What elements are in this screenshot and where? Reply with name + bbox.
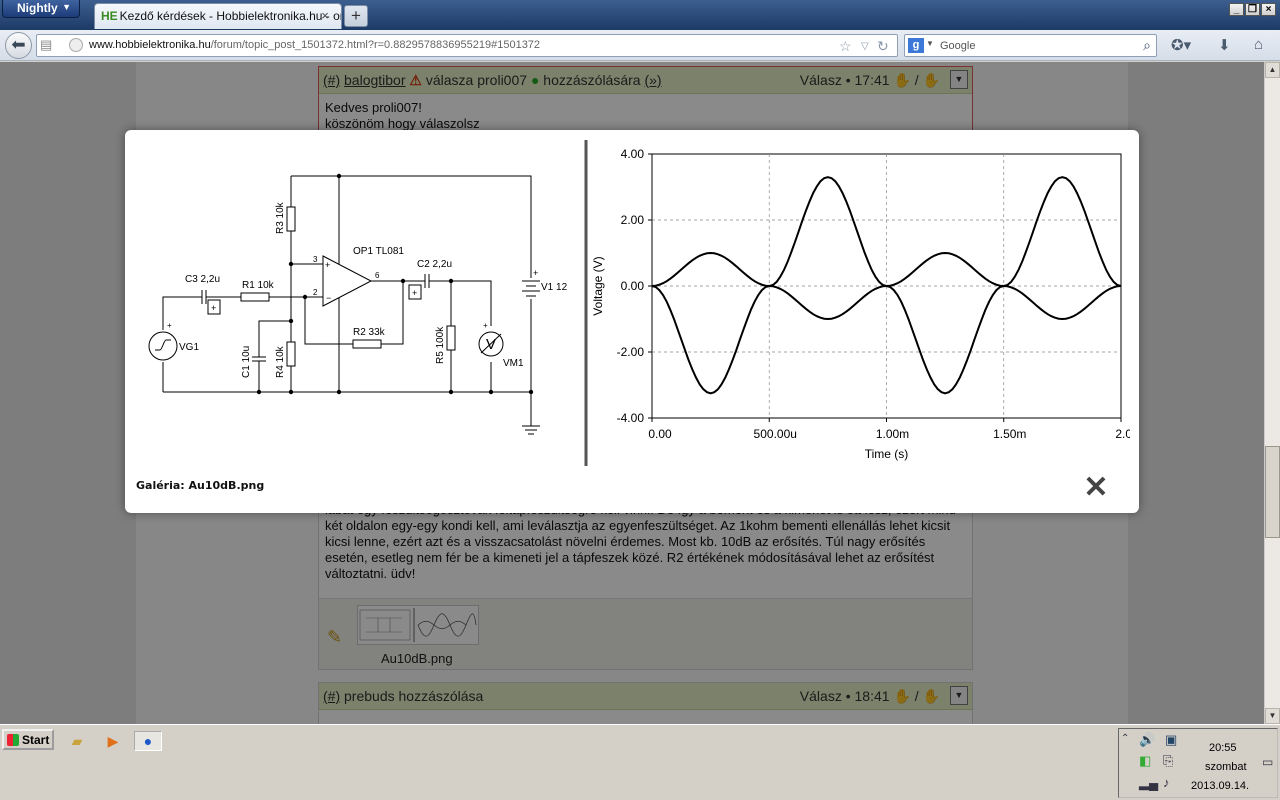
site-identity-icon[interactable] bbox=[69, 38, 83, 52]
restore-button[interactable]: ❐ bbox=[1245, 3, 1260, 16]
start-label: Start bbox=[22, 733, 50, 747]
url-domain: www.hobbielektronika.hu bbox=[89, 39, 211, 51]
minimize-button[interactable]: _ bbox=[1229, 3, 1244, 16]
y-tick-label: 2.00 bbox=[621, 213, 645, 227]
svg-text:+: + bbox=[167, 321, 172, 330]
close-window-button[interactable]: × bbox=[1261, 3, 1276, 16]
start-button[interactable]: Start bbox=[2, 729, 54, 750]
tab-favicon: HE bbox=[101, 9, 118, 23]
back-button[interactable]: ⬅ bbox=[5, 32, 32, 59]
svg-text:+: + bbox=[325, 260, 330, 270]
pin-6: 6 bbox=[375, 271, 380, 280]
schematic-labels: R3 10k OP1 TL081 C2 2,2u C3 2,2u R1 10k … bbox=[167, 201, 568, 378]
vertical-scrollbar[interactable]: ▲ ▼ bbox=[1264, 62, 1280, 724]
url-path: /forum/topic_post_1501372.html?r=0.88295… bbox=[210, 39, 541, 51]
system-tray: ⌃ 🔊 ▣ ◧ ⎘ ▂▄ ♪ 20:55 szombat 2013.09.14. bbox=[1118, 728, 1278, 798]
tab-title: Kezdő kérdések - Hobbielektronika.hu - o… bbox=[119, 9, 341, 23]
y-tick-label: -4.00 bbox=[617, 411, 645, 425]
label-c2: C2 2,2u bbox=[417, 259, 452, 270]
y-tick-label: -2.00 bbox=[617, 345, 645, 359]
y-tick-label: 0.00 bbox=[621, 279, 645, 293]
chart-y-label: Voltage (V) bbox=[591, 256, 605, 315]
search-icon[interactable]: ⌕ bbox=[1143, 37, 1151, 54]
pin-3: 3 bbox=[313, 255, 318, 264]
dropdown-icon[interactable]: ▽ bbox=[861, 41, 869, 52]
label-r3: R3 10k bbox=[275, 201, 286, 234]
explorer-icon[interactable]: ▰ bbox=[66, 731, 88, 751]
tab-close-icon[interactable]: × bbox=[318, 9, 332, 23]
svg-text:−: − bbox=[326, 293, 331, 303]
label-r1: R1 10k bbox=[242, 280, 275, 291]
scroll-down-icon[interactable]: ▼ bbox=[1265, 708, 1280, 724]
navigation-toolbar: ⬅ ▤ www.hobbielektronika.hu/forum/topic_… bbox=[0, 30, 1280, 61]
chart-x-label: Time (s) bbox=[865, 447, 909, 461]
label-v1: V1 12 bbox=[541, 282, 568, 293]
x-tick-label: 2.00 bbox=[1115, 427, 1130, 441]
scrollbar-thumb[interactable] bbox=[1265, 446, 1280, 538]
x-tick-label: 1.50m bbox=[993, 427, 1026, 441]
search-engine-dropdown-icon[interactable]: ▼ bbox=[926, 39, 934, 48]
voltage-chart: 4.00 2.00 0.00 -2.00 -4.00 0.00 500.00u 1.00m 1… bbox=[591, 147, 1130, 461]
svg-text:V: V bbox=[486, 336, 496, 353]
windows-logo-icon bbox=[7, 734, 19, 746]
gallery-caption: Galéria: Au10dB.png bbox=[136, 479, 265, 492]
gallery-image: R3 10k OP1 TL081 C2 2,2u C3 2,2u R1 10k … bbox=[148, 140, 1130, 466]
x-tick-label: 1.00m bbox=[876, 427, 909, 441]
expand-tray-icon[interactable]: ⌃ bbox=[1121, 733, 1129, 744]
bookmarks-icon[interactable]: ✪▾ bbox=[1171, 36, 1191, 54]
label-vm1: VM1 bbox=[503, 358, 524, 369]
downloads-icon[interactable]: ⬇ bbox=[1218, 36, 1231, 54]
star-icon[interactable]: ☆ bbox=[839, 38, 852, 55]
clock-date: 2013.09.14. bbox=[1191, 780, 1250, 792]
search-bar[interactable]: g ▼ Google ⌕ bbox=[904, 34, 1157, 57]
scroll-up-icon[interactable]: ▲ bbox=[1265, 62, 1280, 78]
label-vg1: VG1 bbox=[179, 342, 199, 353]
search-input[interactable]: Google bbox=[940, 40, 975, 52]
label-c3: C3 2,2u bbox=[185, 274, 220, 285]
circuit-schematic bbox=[148, 175, 540, 435]
x-tick-label: 0.00 bbox=[648, 427, 672, 441]
url-text[interactable]: www.hobbielektronika.hu/forum/topic_post… bbox=[89, 39, 540, 51]
tab-groups-icon[interactable]: ▤ bbox=[40, 37, 62, 54]
home-icon[interactable]: ⌂ bbox=[1254, 36, 1263, 53]
close-icon[interactable]: ✕ bbox=[1080, 473, 1112, 505]
security-icon[interactable]: ◧ bbox=[1139, 753, 1151, 769]
gallery-lightbox: R3 10k OP1 TL081 C2 2,2u C3 2,2u R1 10k … bbox=[125, 130, 1139, 513]
label-r2: R2 33k bbox=[353, 327, 386, 338]
x-tick-label: 500.00u bbox=[754, 427, 797, 441]
network-icon[interactable]: ▣ bbox=[1165, 732, 1177, 748]
svg-text:+: + bbox=[412, 288, 417, 298]
show-desktop-icon[interactable]: ▭ bbox=[1262, 755, 1278, 769]
clock-time[interactable]: 20:55 bbox=[1209, 742, 1237, 754]
google-icon[interactable]: g bbox=[908, 38, 924, 53]
chart-x-ticks: 0.00 500.00u 1.00m 1.50m 2.00 bbox=[648, 418, 1130, 441]
usb-icon[interactable]: ⎘ bbox=[1163, 753, 1173, 769]
svg-text:+: + bbox=[483, 321, 488, 330]
tab-active[interactable]: HE Kezdő kérdések - Hobbielektronika.hu -… bbox=[94, 3, 342, 29]
taskbar: Start ▰ ▶ ● ⌃ 🔊 ▣ ◧ ⎘ ▂▄ ♪ 20:55 szombat… bbox=[0, 724, 1280, 800]
label-op1: OP1 TL081 bbox=[353, 246, 404, 257]
schematic-junctions bbox=[256, 173, 534, 395]
svg-text:+: + bbox=[211, 303, 216, 313]
app-menu-button[interactable]: Nightly ▼ bbox=[2, 0, 80, 18]
svg-text:+: + bbox=[533, 268, 538, 278]
app-name: Nightly bbox=[17, 1, 58, 15]
volume-warning-icon[interactable]: 🔊 bbox=[1139, 732, 1155, 748]
browser-task-icon[interactable]: ● bbox=[134, 731, 162, 751]
reload-icon[interactable]: ↻ bbox=[877, 38, 889, 55]
speaker-icon[interactable]: ♪ bbox=[1163, 775, 1170, 790]
title-bar: Nightly ▼ HE Kezdő kérdések - Hobbielektr… bbox=[0, 0, 1280, 30]
pin-2: 2 bbox=[313, 288, 318, 297]
url-bar[interactable]: ▤ www.hobbielektronika.hu/forum/topic_po… bbox=[36, 34, 898, 57]
media-player-icon[interactable]: ▶ bbox=[102, 731, 124, 751]
signal-icon[interactable]: ▂▄ bbox=[1139, 775, 1158, 791]
label-r4: R4 10k bbox=[275, 345, 286, 378]
chart-y-ticks: 4.00 2.00 0.00 -2.00 -4.00 bbox=[617, 147, 652, 425]
y-tick-label: 4.00 bbox=[621, 147, 645, 161]
clock-day: szombat bbox=[1205, 761, 1247, 773]
label-r5: R5 100k bbox=[435, 326, 446, 364]
label-c1: C1 10u bbox=[241, 346, 252, 378]
chevron-down-icon: ▼ bbox=[62, 2, 71, 12]
new-tab-button[interactable]: + bbox=[344, 5, 368, 27]
